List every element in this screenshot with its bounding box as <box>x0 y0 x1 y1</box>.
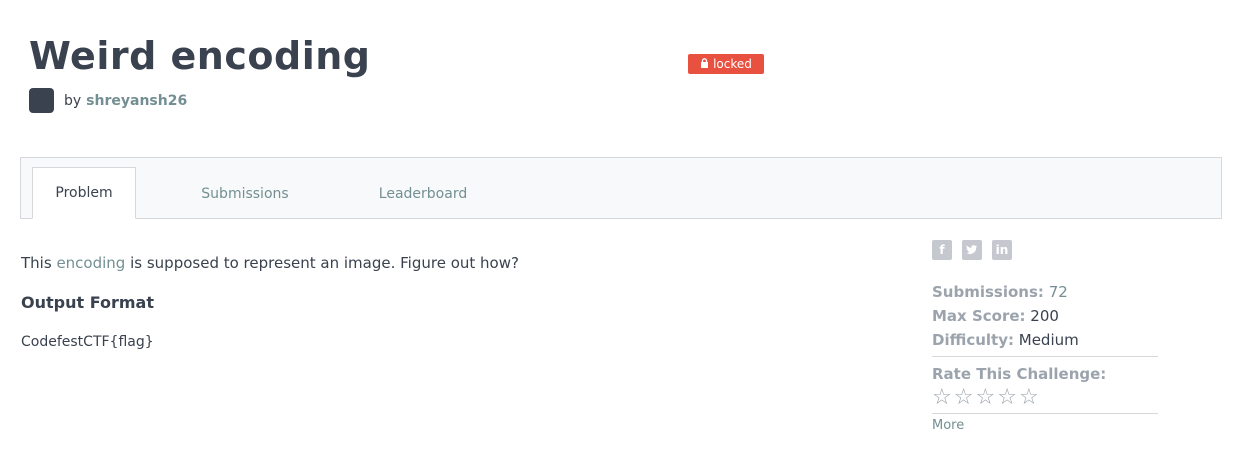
max-score-label: Max Score: <box>932 307 1026 325</box>
star-icon-1[interactable]: ☆ <box>932 387 952 409</box>
difficulty-value: Medium <box>1018 331 1079 349</box>
status-badge-label: locked <box>713 57 752 71</box>
submissions-stat: Submissions: 72 <box>932 280 1158 304</box>
difficulty-label: Difficulty: <box>932 331 1014 349</box>
submissions-label: Submissions: <box>932 283 1044 301</box>
difficulty-stat: Difficulty: Medium <box>932 328 1158 352</box>
statement-text-before: This <box>21 254 52 272</box>
encoding-link[interactable]: encoding <box>56 254 125 272</box>
star-icon-3[interactable]: ☆ <box>975 387 995 409</box>
challenge-title: Weird encoding <box>29 34 371 78</box>
challenge-tabs: Problem Submissions Leaderboard <box>20 157 1222 219</box>
star-rating: ☆ ☆ ☆ ☆ ☆ <box>932 387 1158 409</box>
twitter-icon[interactable] <box>962 240 982 260</box>
linkedin-icon[interactable]: in <box>992 240 1012 260</box>
tab-leaderboard[interactable]: Leaderboard <box>361 169 485 219</box>
max-score-value: 200 <box>1030 307 1059 325</box>
max-score-stat: Max Score: 200 <box>932 304 1158 328</box>
avatar[interactable] <box>29 88 54 113</box>
challenge-stats: Submissions: 72 Max Score: 200 Difficult… <box>932 280 1158 433</box>
facebook-icon[interactable]: f <box>932 240 952 260</box>
locked-badge: locked <box>688 54 764 74</box>
tab-problem[interactable]: Problem <box>32 167 136 219</box>
social-share: f in <box>932 240 1012 260</box>
output-format-heading: Output Format <box>21 293 154 312</box>
star-icon-4[interactable]: ☆ <box>997 387 1017 409</box>
divider <box>932 356 1158 357</box>
star-icon-5[interactable]: ☆ <box>1019 387 1039 409</box>
rate-challenge-label: Rate This Challenge: <box>932 365 1107 383</box>
lock-icon <box>700 57 709 71</box>
statement-text-after: is supposed to represent an image. Figur… <box>130 254 519 272</box>
author-prefix: by <box>64 92 82 109</box>
submissions-count-link[interactable]: 72 <box>1049 283 1068 301</box>
output-format-text: CodefestCTF{flag} <box>21 334 154 350</box>
divider <box>932 413 1158 414</box>
problem-statement: This encoding is supposed to represent a… <box>21 254 519 272</box>
more-link[interactable]: More <box>932 418 964 433</box>
author-link[interactable]: shreyansh26 <box>86 93 187 109</box>
tab-submissions[interactable]: Submissions <box>181 169 309 219</box>
author-line: by shreyansh26 <box>29 88 187 113</box>
star-icon-2[interactable]: ☆ <box>954 387 974 409</box>
